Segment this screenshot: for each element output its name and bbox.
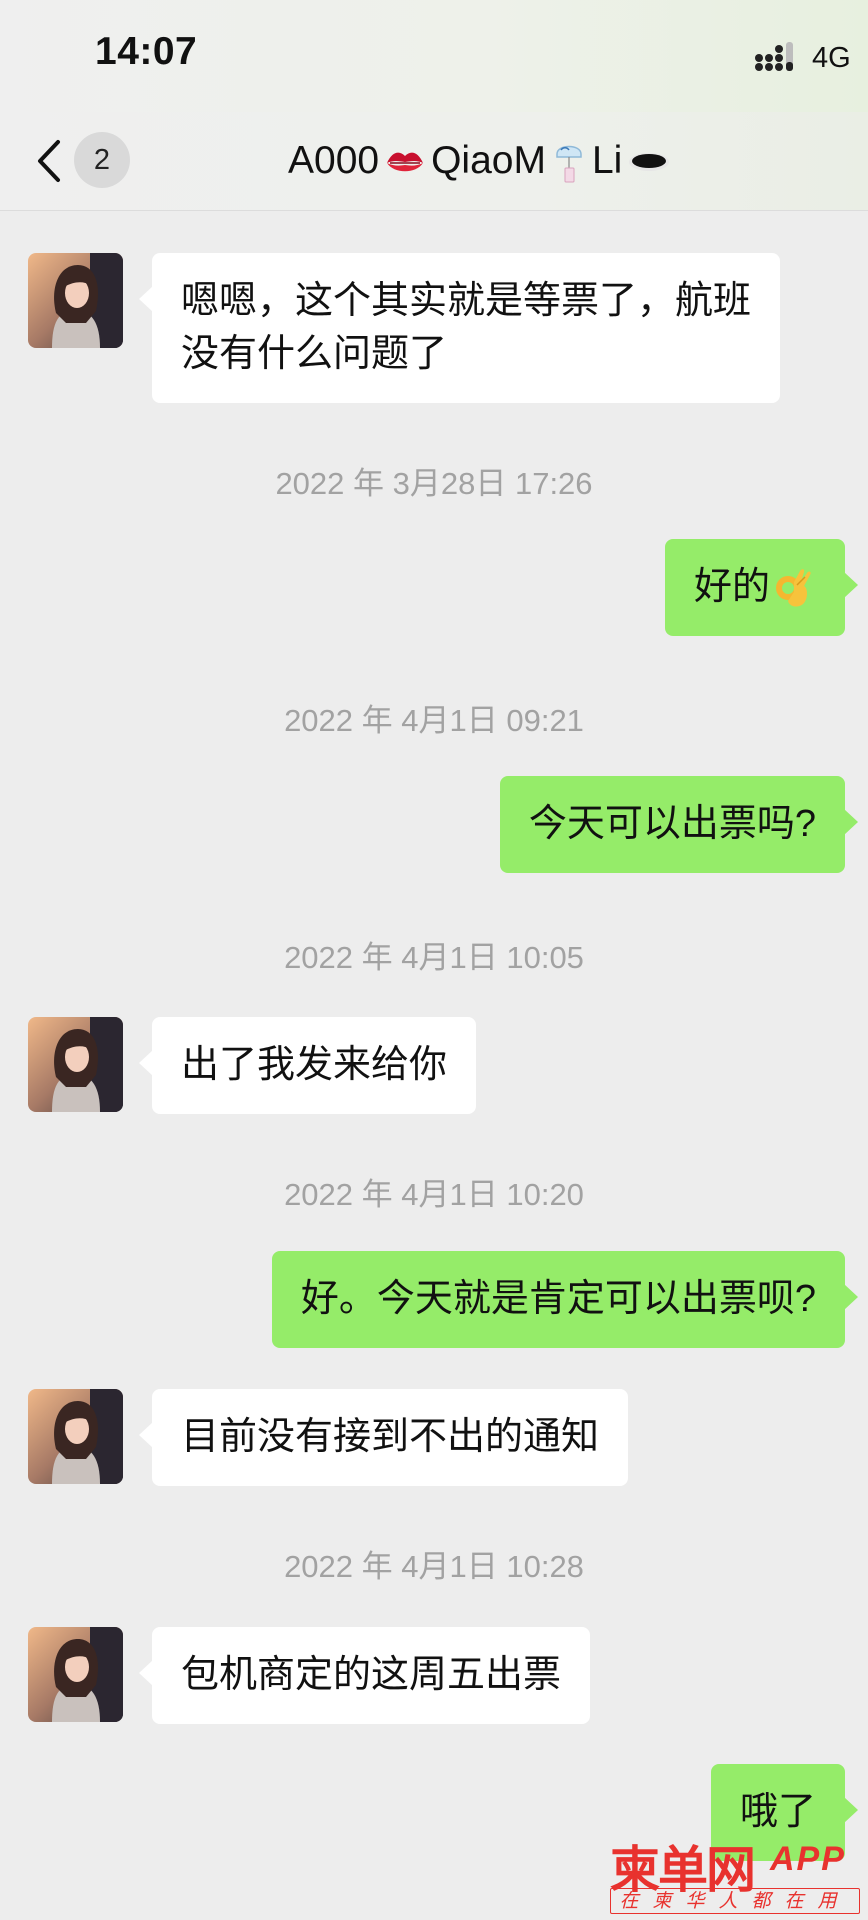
message-text: 嗯嗯，这个其实就是等票了，航班 没有什么问题了	[181, 280, 752, 375]
kiss-mark-icon	[387, 152, 424, 172]
contact-avatar[interactable]	[28, 1627, 123, 1722]
contact-avatar[interactable]	[28, 1017, 123, 1112]
incoming-message[interactable]: 嗯嗯，这个其实就是等票了，航班 没有什么问题了	[138, 253, 781, 403]
message-text: 包机商定的这周五出票	[181, 1654, 562, 1696]
title-part-1: A000	[288, 139, 380, 182]
outgoing-message[interactable]: 好。今天就是肯定可以出票呗?	[271, 1251, 859, 1348]
signal-bars-icon	[755, 42, 793, 71]
message-text: 出了我发来给你	[181, 1044, 448, 1086]
message-text: 好。今天就是肯定可以出票呗?	[300, 1278, 816, 1320]
chevron-left-icon[interactable]	[30, 136, 70, 186]
watermark-app-label: APP	[770, 1840, 846, 1878]
message-text: 今天可以出票吗?	[528, 803, 816, 845]
title-part-2: QiaoM	[431, 139, 546, 182]
outgoing-message[interactable]: 好的	[664, 539, 859, 636]
hole-icon	[629, 153, 670, 171]
incoming-message[interactable]: 目前没有接到不出的通知	[138, 1389, 629, 1486]
chat-title[interactable]: A000 QiaoM Li	[288, 136, 676, 186]
message-timestamp: 2022 年 4月1日 10:20	[284, 1177, 584, 1212]
title-part-3: Li	[591, 139, 623, 182]
message-timestamp: 2022 年 3月28日 17:26	[275, 466, 593, 501]
chat-header: 2 A000 QiaoM Li	[0, 112, 868, 211]
message-text: 目前没有接到不出的通知	[181, 1416, 600, 1458]
contact-avatar[interactable]	[28, 1389, 123, 1484]
unread-count-badge[interactable]: 2	[74, 132, 130, 188]
watermark-slogan: 在柬华人都在用	[610, 1888, 860, 1914]
message-timestamp: 2022 年 4月1日 10:28	[284, 1549, 584, 1584]
wind-chime-icon	[556, 145, 582, 183]
network-type: 4G	[812, 42, 851, 74]
status-bar: 14:07 4G	[0, 0, 868, 112]
message-timestamp: 2022 年 4月1日 09:21	[284, 703, 584, 738]
incoming-message[interactable]: 包机商定的这周五出票	[138, 1627, 591, 1724]
message-timestamp: 2022 年 4月1日 10:05	[284, 940, 584, 975]
contact-avatar[interactable]	[28, 253, 123, 348]
watermark-logo: 柬单网 APP 在柬华人都在用	[606, 1830, 864, 1916]
message-text: 哦了	[739, 1791, 816, 1833]
incoming-message[interactable]: 出了我发来给你	[138, 1017, 477, 1114]
outgoing-message[interactable]: 今天可以出票吗?	[499, 776, 859, 873]
status-time: 14:07	[95, 30, 198, 73]
message-text: 好的	[693, 566, 770, 608]
ok-hand-icon	[776, 569, 811, 607]
message-list[interactable]: 嗯嗯，这个其实就是等票了，航班 没有什么问题了 2022 年 3月28日 17:…	[0, 211, 868, 1920]
